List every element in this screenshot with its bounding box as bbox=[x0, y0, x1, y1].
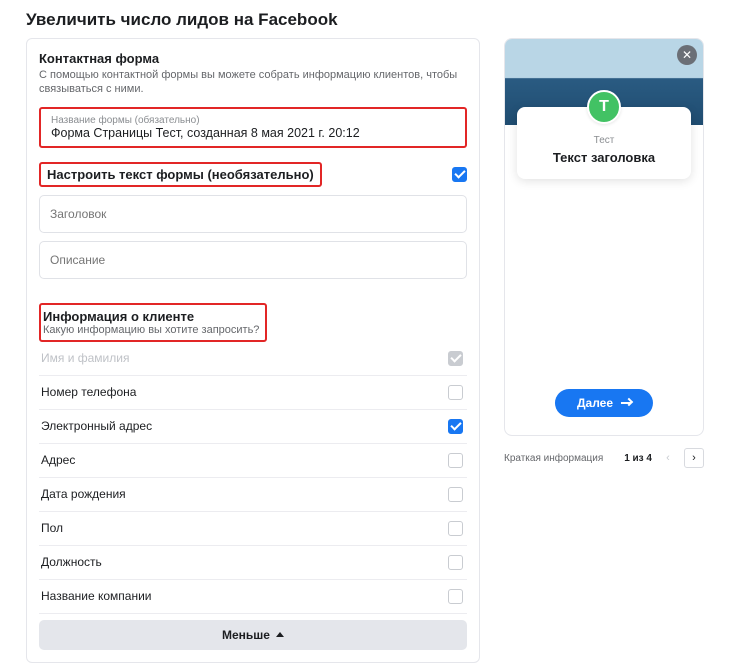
client-info-title: Информация о клиенте bbox=[43, 309, 259, 324]
form-name-label: Название формы (обязательно) bbox=[51, 115, 455, 126]
pager-next-button[interactable]: › bbox=[684, 448, 704, 468]
field-row: Пол bbox=[39, 512, 467, 546]
field-row: Имя и фамилия bbox=[39, 342, 467, 376]
client-info-fields: Имя и фамилия Номер телефона Электронный а… bbox=[39, 342, 467, 614]
field-label: Должность bbox=[41, 555, 102, 569]
field-checkbox[interactable] bbox=[448, 487, 463, 502]
client-info-heading: Информация о клиенте Какую информацию вы… bbox=[39, 303, 267, 342]
field-row: Должность bbox=[39, 546, 467, 580]
form-text-toggle[interactable] bbox=[452, 167, 467, 182]
field-row: Адрес bbox=[39, 444, 467, 478]
field-row: Электронный адрес bbox=[39, 410, 467, 444]
field-label: Электронный адрес bbox=[41, 419, 152, 433]
less-button[interactable]: Меньше bbox=[39, 620, 467, 650]
field-row: Название компании bbox=[39, 580, 467, 614]
chevron-up-icon bbox=[276, 632, 284, 637]
form-text-title: Настроить текст формы (необязательно) bbox=[39, 162, 322, 187]
next-button-label: Далее bbox=[577, 396, 613, 410]
field-label: Адрес bbox=[41, 453, 75, 467]
field-label: Номер телефона bbox=[41, 385, 136, 399]
form-name-input[interactable]: Название формы (обязательно) Форма Стран… bbox=[39, 107, 467, 148]
page-title: Увеличить число лидов на Facebook bbox=[0, 0, 730, 38]
pager-position: 1 из 4 bbox=[624, 453, 652, 464]
field-row: Номер телефона bbox=[39, 376, 467, 410]
pager-label: Краткая информация bbox=[504, 453, 603, 464]
contact-form-title: Контактная форма bbox=[39, 51, 467, 66]
field-label: Пол bbox=[41, 521, 63, 535]
field-label: Название компании bbox=[41, 589, 151, 603]
description-input[interactable] bbox=[39, 241, 467, 279]
field-checkbox[interactable] bbox=[448, 555, 463, 570]
preview-headline: Текст заголовка bbox=[525, 150, 683, 165]
field-checkbox[interactable] bbox=[448, 521, 463, 536]
form-name-value: Форма Страницы Тест, созданная 8 мая 202… bbox=[51, 126, 455, 140]
field-label: Дата рождения bbox=[41, 487, 126, 501]
arrow-right-icon bbox=[621, 402, 631, 404]
field-checkbox[interactable] bbox=[448, 385, 463, 400]
less-button-label: Меньше bbox=[222, 628, 270, 642]
heading-input[interactable] bbox=[39, 195, 467, 233]
field-checkbox[interactable] bbox=[448, 453, 463, 468]
preview-brand-name: Тест bbox=[525, 135, 683, 146]
close-icon[interactable]: ✕ bbox=[677, 45, 697, 65]
field-label: Имя и фамилия bbox=[41, 351, 129, 365]
next-button[interactable]: Далее bbox=[555, 389, 653, 417]
mobile-preview: ✕ Т Тест Текст заголовка Далее bbox=[504, 38, 704, 436]
preview-column: ✕ Т Тест Текст заголовка Далее Краткая и… bbox=[504, 38, 704, 663]
field-checkbox[interactable] bbox=[448, 589, 463, 604]
client-info-subtitle: Какую информацию вы хотите запросить? bbox=[43, 324, 259, 336]
contact-form-subtitle: С помощью контактной формы вы можете соб… bbox=[39, 68, 467, 97]
field-checkbox[interactable] bbox=[448, 419, 463, 434]
field-checkbox bbox=[448, 351, 463, 366]
pager-prev-button[interactable]: ‹ bbox=[658, 448, 678, 468]
field-row: Дата рождения bbox=[39, 478, 467, 512]
preview-pager: Краткая информация 1 из 4 ‹ › bbox=[504, 448, 704, 468]
contact-form-panel: Контактная форма С помощью контактной фо… bbox=[26, 38, 480, 663]
preview-card: Т Тест Текст заголовка bbox=[517, 107, 691, 179]
avatar: Т bbox=[587, 90, 621, 124]
